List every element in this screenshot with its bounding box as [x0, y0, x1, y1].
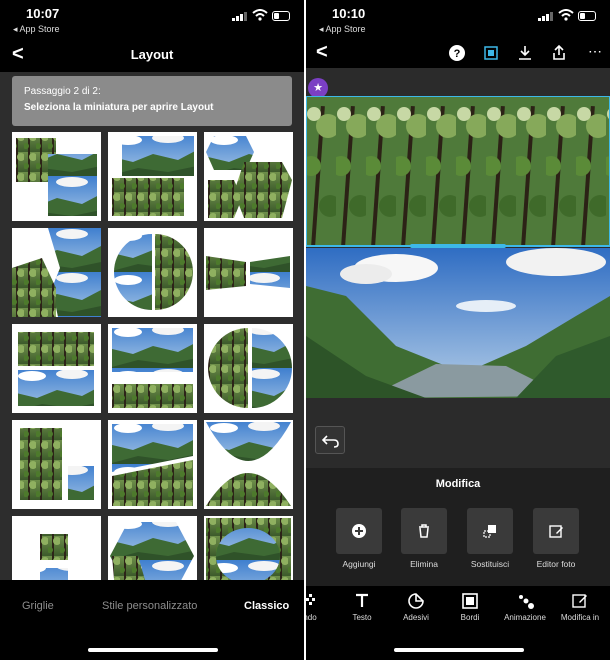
step-instructions: Passaggio 2 di 2: Seleziona la miniatura…: [12, 76, 292, 126]
edit-panel: Modifica Aggiungi Elimina Sostituisci Ed…: [306, 468, 610, 586]
layout-thumbnail[interactable]: [204, 324, 293, 413]
photo-slot-valley[interactable]: [306, 248, 610, 398]
signal-icon: [232, 11, 248, 21]
tool-stickers-label: Adesivi: [403, 613, 429, 622]
replace-button[interactable]: [467, 508, 513, 554]
add-button[interactable]: [336, 508, 382, 554]
layout-thumbnail[interactable]: [108, 420, 197, 509]
edit-in-icon: [572, 594, 587, 608]
premium-star-icon[interactable]: ★: [308, 78, 328, 98]
background-icon: [306, 594, 315, 605]
tab-stile-personalizzato[interactable]: Stile personalizzato: [102, 600, 197, 612]
status-time: 10:10: [332, 6, 366, 21]
photo-slot-forest[interactable]: [306, 96, 610, 248]
add-button-label: Aggiungi: [342, 559, 376, 569]
status-time: 10:07: [26, 6, 60, 21]
delete-button-label: Elimina: [410, 559, 438, 569]
undo-icon: [321, 435, 339, 448]
tool-text[interactable]: Testo: [332, 592, 392, 622]
trash-icon: [419, 524, 429, 538]
replace-button-label: Sostituisci: [470, 559, 510, 569]
photo-editor-button[interactable]: [533, 508, 579, 554]
layout-style-tabs: Griglie Stile personalizzato Classico: [0, 580, 304, 660]
sticker-icon: [408, 593, 424, 609]
wifi-icon: [252, 9, 268, 21]
tool-stickers[interactable]: Adesivi: [386, 592, 446, 622]
delete-button[interactable]: [401, 508, 447, 554]
tool-edit-in-label: Modifica in: [560, 613, 600, 622]
share-icon[interactable]: [550, 44, 568, 62]
photo-editor-button-label: Editor foto: [536, 559, 576, 569]
status-bar: 10:10 ◂ App Store: [306, 0, 610, 40]
layout-thumbnail[interactable]: [12, 420, 101, 509]
add-icon: [352, 524, 366, 538]
layout-thumbnail[interactable]: [204, 132, 293, 221]
panel-title: Modifica: [435, 478, 481, 490]
step-hint: Seleziona la miniatura per aprire Layout: [24, 102, 214, 113]
layout-thumbnail[interactable]: [12, 324, 101, 413]
download-icon[interactable]: [516, 44, 534, 62]
layout-editor-screen: 10:10 ◂ App Store < ? ⋯ ★ Modifica Aggiu…: [306, 0, 610, 660]
bottom-toolbar: ndo Testo Adesivi Bordi Animazione Modif…: [306, 586, 610, 660]
layout-picker-screen: 10:07 ◂ App Store < Layout Passaggio 2 d…: [0, 0, 304, 660]
text-icon: [356, 593, 368, 607]
border-icon: [462, 593, 478, 609]
status-bar: 10:07 ◂ App Store: [0, 0, 304, 40]
edit-icon: [549, 525, 563, 538]
editor-header: < ? ⋯: [306, 40, 610, 68]
tool-animation[interactable]: Animazione: [495, 592, 555, 622]
replace-icon: [483, 525, 496, 538]
layout-thumbnail[interactable]: [12, 228, 101, 317]
tool-edit-in[interactable]: Modifica in: [550, 592, 610, 622]
signal-icon: [538, 11, 554, 21]
back-to-app-store-link[interactable]: ◂ App Store: [319, 24, 366, 35]
layout-thumbnail[interactable]: [204, 516, 293, 580]
tool-text-label: Testo: [352, 613, 372, 622]
battery-icon: [578, 11, 596, 21]
svg-text:?: ?: [454, 48, 461, 60]
home-indicator: [394, 648, 524, 652]
undo-button[interactable]: [315, 426, 345, 454]
tool-borders[interactable]: Bordi: [440, 592, 500, 622]
layout-canvas: [306, 96, 610, 398]
crop-icon[interactable]: [482, 44, 500, 62]
more-icon[interactable]: ⋯: [588, 43, 603, 60]
layout-thumbnail[interactable]: [204, 420, 293, 509]
tool-animation-label: Animazione: [504, 613, 546, 622]
step-counter: Passaggio 2 di 2:: [24, 86, 101, 97]
layout-thumbnail[interactable]: [12, 132, 101, 221]
layout-thumbnail[interactable]: [204, 228, 293, 317]
home-indicator: [88, 648, 218, 652]
layout-thumbnail[interactable]: [108, 516, 197, 580]
animation-icon: [519, 595, 534, 609]
layout-thumbnail-grid: [12, 132, 293, 580]
tool-borders-label: Bordi: [460, 613, 480, 622]
layout-thumbnail[interactable]: [12, 516, 101, 580]
chevron-left-icon[interactable]: <: [316, 41, 328, 64]
wifi-icon: [558, 9, 574, 21]
help-icon[interactable]: ?: [448, 44, 466, 62]
battery-icon: [272, 11, 290, 21]
tab-griglie[interactable]: Griglie: [22, 600, 54, 612]
page-title: Layout: [130, 47, 174, 62]
layout-thumbnail[interactable]: [108, 228, 197, 317]
tab-classico[interactable]: Classico: [244, 600, 289, 612]
nav-header: < Layout: [0, 40, 304, 72]
layout-thumbnail[interactable]: [108, 132, 197, 221]
back-to-app-store-link[interactable]: ◂ App Store: [13, 24, 60, 35]
layout-thumbnail[interactable]: [108, 324, 197, 413]
